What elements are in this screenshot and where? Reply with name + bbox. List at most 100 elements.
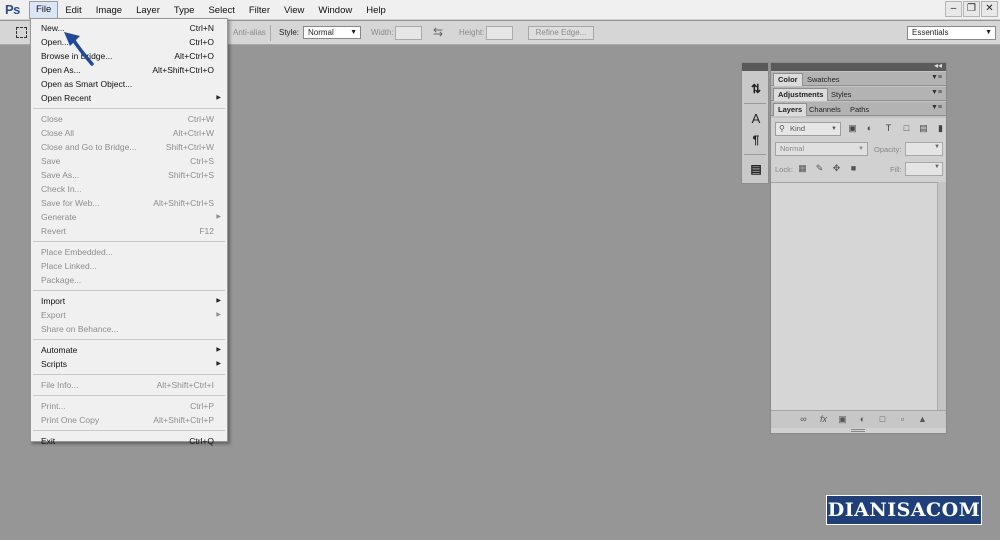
tab-adjustments[interactable]: Adjustments: [773, 88, 829, 101]
menu-separator: [33, 374, 225, 375]
file-menu-item-generate[interactable]: Generate ▶: [31, 210, 227, 224]
properties-icon[interactable]: ▤: [748, 161, 764, 177]
panel-menu-icon[interactable]: ▼≡: [931, 89, 942, 96]
file-menu-item-exit[interactable]: Exit Ctrl+Q: [31, 434, 227, 448]
tab-paths[interactable]: Paths: [845, 103, 874, 116]
file-menu-item-check-in[interactable]: Check In...: [31, 182, 227, 196]
menu-item-shortcut: Ctrl+S: [190, 156, 214, 166]
trash-icon[interactable]: ▲: [917, 414, 928, 425]
file-menu-item-open-recent[interactable]: Open Recent ▶: [31, 91, 227, 105]
dock-header[interactable]: [742, 63, 768, 71]
height-field[interactable]: [486, 26, 513, 40]
adjustment-filter-icon[interactable]: ◐: [864, 123, 875, 134]
menu-file[interactable]: File: [29, 1, 59, 19]
file-menu-item-scripts[interactable]: Scripts ▶: [31, 357, 227, 371]
fx-icon[interactable]: fx: [818, 414, 829, 425]
submenu-arrow-icon: ▶: [216, 312, 221, 318]
menu-item-shortcut: F12: [199, 226, 214, 236]
lock-all-icon[interactable]: ■: [848, 163, 859, 174]
adjustment-layer-icon[interactable]: ◐: [857, 414, 868, 425]
tab-channels[interactable]: Channels: [804, 103, 846, 116]
lock-transparent-icon[interactable]: ▦: [797, 163, 808, 174]
menu-item-label: Share on Behance...: [41, 324, 119, 334]
panels-header[interactable]: ◂◂: [771, 61, 946, 71]
shape-filter-icon[interactable]: □: [901, 123, 912, 134]
file-menu-item-open-as-smart-object[interactable]: Open as Smart Object...: [31, 77, 227, 91]
marquee-tool-icon[interactable]: [16, 27, 27, 38]
file-menu-item-export[interactable]: Export ▶: [31, 308, 227, 322]
file-menu-item-print[interactable]: Print... Ctrl+P: [31, 399, 227, 413]
close-icon[interactable]: ✕: [981, 1, 998, 17]
panel-menu-icon[interactable]: ▼≡: [931, 104, 942, 111]
refine-edge-button[interactable]: Refine Edge...: [528, 26, 594, 40]
menu-item-label: Scripts: [41, 359, 67, 369]
layers-list[interactable]: [771, 182, 937, 410]
file-menu-item-revert[interactable]: Revert F12: [31, 224, 227, 238]
menu-filter[interactable]: Filter: [242, 0, 277, 20]
tab-styles[interactable]: Styles: [826, 88, 856, 101]
paragraph-icon[interactable]: ¶: [748, 132, 764, 148]
swap-icon[interactable]: ⇆: [433, 25, 443, 39]
type-filter-icon[interactable]: T: [883, 123, 894, 134]
layers-panel: ⚲ Kind ▼ ▣ ◐ T □ ▤ ▮ Normal ▼ Opacity: ▼…: [771, 118, 946, 433]
menu-type[interactable]: Type: [167, 0, 202, 20]
menu-view[interactable]: View: [277, 0, 311, 20]
menu-help[interactable]: Help: [359, 0, 393, 20]
tab-color[interactable]: Color: [773, 73, 803, 86]
lock-image-icon[interactable]: ✎: [814, 163, 825, 174]
blend-mode-value: Normal: [780, 144, 805, 153]
file-menu-item-save-as[interactable]: Save As... Shift+Ctrl+S: [31, 168, 227, 182]
layers-scrollbar[interactable]: [937, 182, 946, 410]
new-group-icon[interactable]: □: [877, 414, 888, 425]
menu-item-shortcut: Shift+Ctrl+S: [168, 170, 214, 180]
file-menu-item-place-linked[interactable]: Place Linked...: [31, 259, 227, 273]
menu-edit[interactable]: Edit: [58, 0, 88, 20]
kind-filter-select[interactable]: ⚲ Kind ▼: [775, 122, 841, 136]
file-menu-item-close-and-go-to-bridge[interactable]: Close and Go to Bridge... Shift+Ctrl+W: [31, 140, 227, 154]
menu-layer[interactable]: Layer: [129, 0, 167, 20]
kind-label: Kind: [790, 124, 806, 133]
blend-mode-select[interactable]: Normal ▼: [775, 142, 868, 156]
resize-grip-icon[interactable]: [851, 429, 865, 432]
width-field[interactable]: [395, 26, 422, 40]
link-layers-icon[interactable]: ∞: [798, 414, 809, 425]
lock-position-icon[interactable]: ✥: [831, 163, 842, 174]
history-icon[interactable]: ⇅: [748, 81, 764, 97]
menu-image[interactable]: Image: [89, 0, 129, 20]
file-menu-item-import[interactable]: Import ▶: [31, 294, 227, 308]
tab-swatches[interactable]: Swatches: [802, 73, 845, 86]
file-menu-item-close[interactable]: Close Ctrl+W: [31, 112, 227, 126]
restore-icon[interactable]: ❐: [963, 1, 980, 17]
minimize-icon[interactable]: –: [945, 1, 962, 17]
pixel-filter-icon[interactable]: ▣: [847, 123, 858, 134]
file-menu-item-package[interactable]: Package...: [31, 273, 227, 287]
file-menu-item-close-all[interactable]: Close All Alt+Ctrl+W: [31, 126, 227, 140]
character-icon[interactable]: A: [748, 111, 764, 127]
file-menu-item-save[interactable]: Save Ctrl+S: [31, 154, 227, 168]
smart-object-filter-icon[interactable]: ▤: [918, 123, 929, 134]
filter-toggle-icon[interactable]: ▮: [935, 123, 946, 134]
new-layer-icon[interactable]: ▫: [897, 414, 908, 425]
panel-menu-icon[interactable]: ▼≡: [931, 74, 942, 81]
file-menu-item-share-on-behance[interactable]: Share on Behance...: [31, 322, 227, 336]
style-select[interactable]: Normal ▼: [303, 26, 361, 39]
collapse-icon[interactable]: ◂◂: [934, 61, 942, 70]
menu-window[interactable]: Window: [311, 0, 359, 20]
fill-field[interactable]: ▼: [905, 162, 943, 176]
file-menu-item-place-embedded[interactable]: Place Embedded...: [31, 245, 227, 259]
opacity-field[interactable]: ▼: [905, 142, 943, 156]
chevron-down-icon: ▼: [934, 144, 940, 150]
menu-items: File Edit Image Layer Type Select Filter View Wi…: [29, 0, 393, 20]
file-menu-item-print-one-copy[interactable]: Print One Copy Alt+Shift+Ctrl+P: [31, 413, 227, 427]
add-mask-icon[interactable]: ▣: [837, 414, 848, 425]
menu-item-label: Close and Go to Bridge...: [41, 142, 137, 152]
workspace-select[interactable]: Essentials ▼: [907, 26, 996, 40]
file-menu-item-automate[interactable]: Automate ▶: [31, 343, 227, 357]
file-menu-item-file-info[interactable]: File Info... Alt+Shift+Ctrl+I: [31, 378, 227, 392]
tab-layers[interactable]: Layers: [773, 103, 808, 116]
tab-row-adjustments: Adjustments Styles ▼≡: [771, 87, 946, 101]
file-menu-item-save-for-web[interactable]: Save for Web... Alt+Shift+Ctrl+S: [31, 196, 227, 210]
menu-select[interactable]: Select: [201, 0, 241, 20]
menu-separator: [33, 395, 225, 396]
menu-item-shortcut: Ctrl+N: [189, 23, 214, 33]
